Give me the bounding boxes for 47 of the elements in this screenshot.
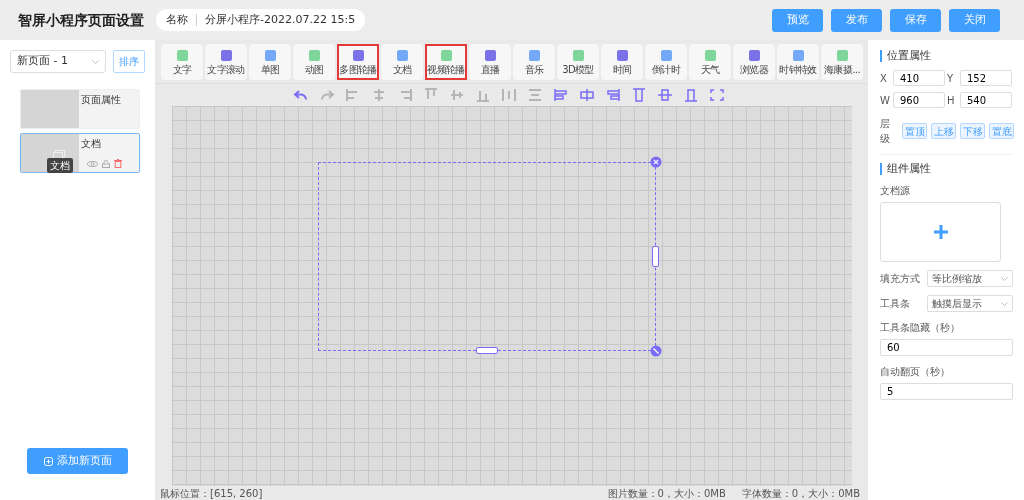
field-label: 层级 [880,117,891,146]
page-card[interactable]: 文档 文档 [20,133,140,173]
section-title: 位置属性 [880,50,1014,62]
input-field[interactable]: 960 [893,92,945,108]
input-field[interactable]: 410 [893,70,945,86]
field-label: X [880,71,888,86]
field-label: H [947,93,956,108]
component-button[interactable]: 多图轮播 [337,43,379,80]
component-button[interactable]: 文字 [161,43,203,80]
component-button[interactable]: 海康摄... [821,43,863,80]
component-button[interactable]: 时间 [601,43,643,80]
component-button[interactable]: 时钟特效 [777,43,819,80]
page-title: 智屏小程序页面设置 [18,10,144,30]
tooltip: 文档 [47,158,73,173]
component-button[interactable]: 视频轮播 [425,43,467,80]
fill-select[interactable]: 等比例缩放 [927,270,1013,287]
component-button[interactable]: 倒计时 [645,43,687,80]
component-button[interactable]: 单图 [249,43,291,80]
input-field[interactable]: 5 [880,383,1013,400]
input-field[interactable]: 540 [960,92,1012,108]
page-card[interactable]: 页面属性 [20,89,140,129]
input-field[interactable]: 60 [880,339,1013,356]
section-title: 组件属性 [880,163,1014,175]
field-label: W [880,93,891,108]
name-field[interactable]: 名称 分屏小程序-2022.07.22 15:5 [156,9,366,31]
field-label: Y [947,71,955,86]
page-select[interactable]: 新页面 - 1 [10,50,106,73]
mouse-position: 鼠标位置：[615, 260] [160,486,263,500]
input-field[interactable]: 152 [960,70,1012,86]
component-button[interactable]: 音乐 [513,43,555,80]
component-button[interactable]: 文档 [381,43,423,80]
field-label: 工具条隐藏（秒） [880,321,961,335]
component-button[interactable]: 文字滚动 [205,43,247,80]
font-count: 字体数量：0，大小：0MB [741,486,860,500]
field-label: 工具条 [880,297,910,311]
toolbar-select[interactable]: 触摸后显示 [927,295,1013,312]
component-button[interactable]: 天气 [689,43,731,80]
component-button[interactable]: 浏览器 [733,43,775,80]
page-name: 文档 [80,137,102,151]
component-button[interactable]: 动图 [293,43,335,80]
field-label: 文档源 [880,184,911,198]
field-label: 自动翻页（秒） [880,365,951,379]
field-label: 填充方式 [880,272,920,286]
page-name: 页面属性 [80,93,122,107]
component-button[interactable]: 直播 [469,43,511,80]
component-button[interactable]: 3D模型 [557,43,599,80]
image-count: 图片数量：0，大小：0MB [607,486,726,500]
